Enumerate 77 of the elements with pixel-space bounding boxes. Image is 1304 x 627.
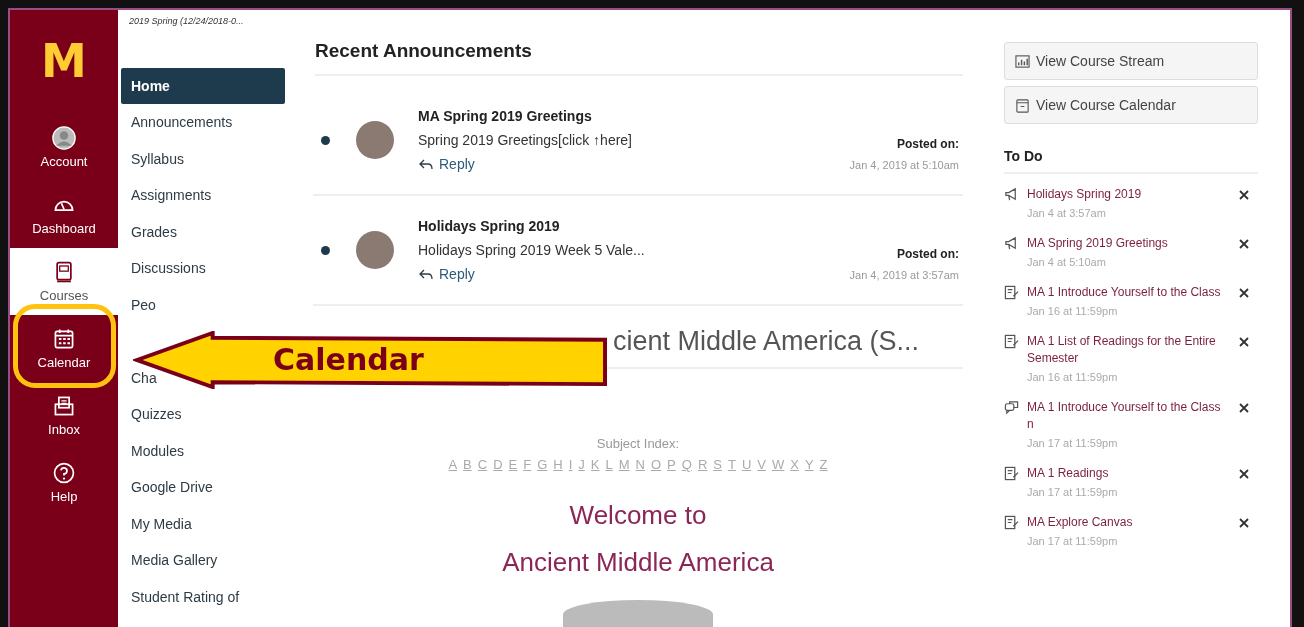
global-nav-item[interactable]: Dashboard xyxy=(10,181,118,248)
todo-date: Jan 17 at 11:59pm xyxy=(1027,486,1119,498)
close-icon[interactable] xyxy=(1239,469,1249,479)
chart-icon xyxy=(1015,53,1030,69)
announcement-text: Spring 2019 Greetings[click ↑here] xyxy=(418,132,633,148)
term-label: 2019 Spring (12/24/2018-0... xyxy=(128,15,245,26)
todo-link[interactable]: MA 1 Introduce Yourself to the Class n xyxy=(1027,399,1223,433)
welcome-heading: Welcome to xyxy=(568,500,708,532)
close-icon[interactable] xyxy=(1239,518,1249,528)
global-nav-item[interactable]: Inbox xyxy=(10,382,118,449)
sidebar-button[interactable]: View Course Calendar xyxy=(1004,86,1258,124)
todo-link[interactable]: MA Spring 2019 Greetings xyxy=(1027,235,1223,252)
todo-date: Jan 4 at 3:57am xyxy=(1027,207,1107,219)
todo-link[interactable]: MA 1 Introduce Yourself to the Class xyxy=(1027,284,1223,301)
inbox-icon xyxy=(52,394,76,418)
todo-date: Jan 16 at 11:59pm xyxy=(1027,305,1119,317)
global-nav-item[interactable]: Help xyxy=(10,449,118,516)
logo[interactable]: M xyxy=(41,38,87,84)
sidebar-button[interactable]: View Course Stream xyxy=(1004,42,1258,80)
course-nav-link[interactable]: Announcements xyxy=(131,114,233,131)
posted-label: Posted on: xyxy=(896,247,959,262)
announcement-title[interactable]: Holidays Spring 2019 xyxy=(418,218,850,235)
course-nav-link[interactable]: Grades xyxy=(131,223,177,241)
posted-date: Jan 4, 2019 at 3:57am xyxy=(849,269,959,282)
close-icon[interactable] xyxy=(1239,337,1249,347)
reply-icon xyxy=(418,158,434,170)
assignment-icon xyxy=(1004,285,1019,300)
reply-link[interactable]: Reply xyxy=(418,156,850,172)
todo-link[interactable]: MA 1 Readings xyxy=(1027,465,1223,482)
todo-heading: To Do xyxy=(1004,130,1258,174)
course-nav-link[interactable]: Peo xyxy=(131,296,156,314)
assignment-icon xyxy=(1004,515,1019,530)
todo-date: Jan 4 at 5:10am xyxy=(1027,256,1107,268)
assignment-icon xyxy=(1004,466,1019,481)
course-nav-link[interactable]: Home xyxy=(121,68,285,104)
calendar-icon xyxy=(1015,97,1030,113)
todo-link[interactable]: Holidays Spring 2019 xyxy=(1027,186,1223,203)
posted-date: Jan 4, 2019 at 5:10am xyxy=(849,159,959,171)
assignment-icon xyxy=(1004,334,1019,349)
close-icon[interactable] xyxy=(1239,239,1249,249)
course-nav-link[interactable]: My Media xyxy=(131,515,192,533)
chat-bubbles-icon xyxy=(1004,400,1019,415)
avatar-placeholder xyxy=(356,121,394,159)
global-nav-item[interactable]: Courses xyxy=(10,248,118,315)
section-title: Recent Announcements xyxy=(315,40,963,76)
course-nav-link[interactable]: Student Rating of xyxy=(131,588,240,606)
megaphone-icon xyxy=(1004,236,1019,251)
calendar-icon xyxy=(52,327,76,351)
posted-label: Posted on: xyxy=(896,137,959,151)
course-nav-link[interactable]: Syllabus xyxy=(131,150,184,168)
announcement-title[interactable]: MA Spring 2019 Greetings xyxy=(418,108,850,124)
todo-link[interactable]: MA Explore Canvas xyxy=(1027,514,1223,531)
help-icon xyxy=(52,461,76,485)
avatar-icon xyxy=(52,126,76,150)
course-nav-link[interactable]: Discussions xyxy=(131,260,206,277)
announcement-text: Holidays Spring 2019 Week 5 Vale... xyxy=(418,242,646,259)
global-nav-item[interactable]: Account xyxy=(10,114,118,181)
reply-icon xyxy=(418,268,434,281)
course-nav-link[interactable]: Google Drive xyxy=(131,479,213,496)
close-icon[interactable] xyxy=(1239,403,1249,413)
course-nav-link[interactable]: Modules xyxy=(131,442,184,460)
avatar-placeholder xyxy=(356,231,394,270)
close-icon[interactable] xyxy=(1239,288,1249,298)
todo-date: Jan 17 at 11:59pm xyxy=(1027,535,1119,547)
welcome-heading: Ancient Middle America xyxy=(501,547,775,579)
reply-link[interactable]: Reply xyxy=(418,266,850,283)
course-nav-link[interactable]: Quizzes xyxy=(131,406,182,423)
subject-index-label: Subject Index: xyxy=(595,436,681,452)
todo-date: Jan 17 at 11:59pm xyxy=(1027,437,1119,449)
course-nav-link[interactable]: Cha xyxy=(131,369,157,387)
todo-date: Jan 16 at 11:59pm xyxy=(1027,371,1119,383)
course-nav-link[interactable]: Media Gallery xyxy=(131,552,218,569)
todo-link[interactable]: MA 1 List of Readings for the Entire Semester xyxy=(1027,333,1223,367)
global-nav-item[interactable]: Calendar xyxy=(10,315,118,382)
megaphone-icon xyxy=(1004,187,1019,202)
course-nav-link[interactable]: Assignments xyxy=(131,187,212,204)
close-icon[interactable] xyxy=(1239,190,1249,200)
